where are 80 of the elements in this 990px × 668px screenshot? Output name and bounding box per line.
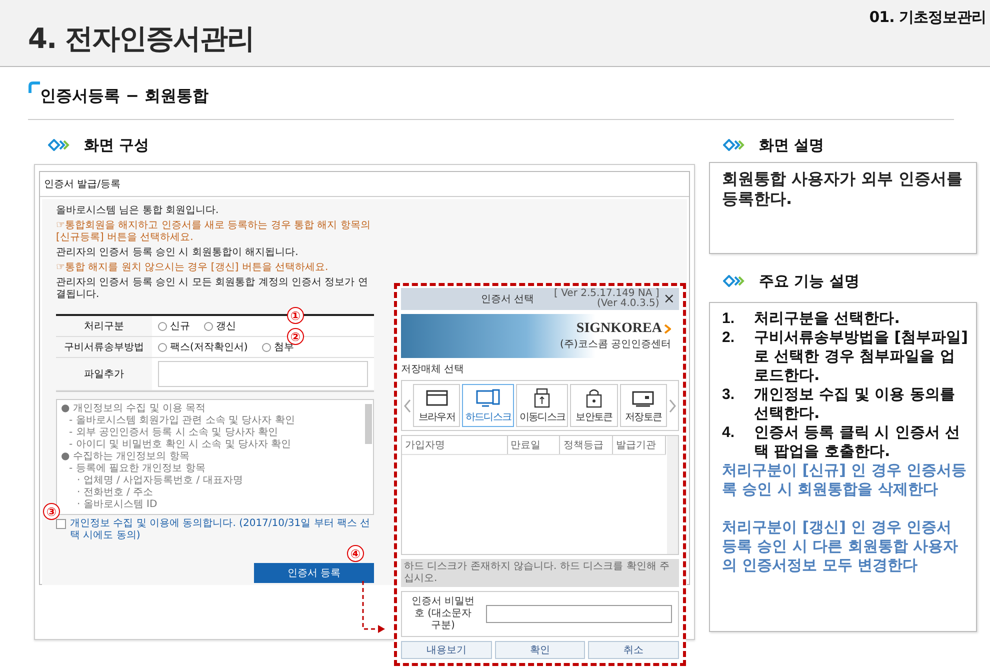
consent-line: - 올바로시스템 회원가입 관련 소속 및 당사자 확인 [69, 415, 296, 427]
notice-text: 관리자의 인증서 등록 승인 시 모든 회원통합 계정의 인증서 정보가 연결됩니다. [56, 277, 369, 301]
section-heading: 화면 구성 [84, 136, 150, 154]
status-message: 하드 디스크가 존재하지 않습니다. 하드 디스크를 확인해 주십시오. [401, 559, 679, 587]
consent-line: · 업체명 / 사업자등록번호 / 대표자명 [77, 475, 244, 487]
double-chevron-icon [48, 139, 70, 151]
page-title: 4. 전자인증서관리 [28, 21, 254, 57]
radio-button[interactable] [158, 342, 167, 352]
right-chevron-icon[interactable] [669, 398, 676, 412]
radio-label: 신규 [170, 320, 190, 333]
section-heading: 화면 설명 [759, 136, 824, 154]
description-text: 회원통합 사용자가 외부 인증서를 등록한다. [722, 169, 964, 209]
dashed-arrow [362, 581, 385, 633]
consent-line: ● 수집하는 개인정보의 항목 [61, 451, 190, 463]
popup-title: 인증서 선택 [480, 293, 536, 306]
column-header: 만료일 [508, 436, 560, 454]
storage-option[interactable]: 이동디스크 [516, 384, 568, 427]
step-number: 1. [722, 309, 736, 328]
step-number: 4. [722, 423, 736, 443]
step-number: 2. [722, 328, 736, 348]
consent-label: 개인정보 수집 및 이용에 동의합니다. (2017/10/31일 부터 팩스 선택 시에도 동의) [70, 518, 372, 542]
notice-text: 관리자의 인증서 등록 승인 시 회원통합이 해지됩니다. [56, 247, 300, 259]
corner-bracket-icon [28, 81, 42, 95]
hint-text: ☞통합 해지를 원치 않으시는 경우 [갱신] 버튼을 선택하세요. [56, 262, 330, 274]
consent-line: · 전화번호 / 주소 [77, 487, 154, 499]
callout-number: ③ [43, 503, 60, 520]
double-chevron-icon [723, 139, 745, 151]
hint-text: ☞통합회원을 해지하고 인증서를 새로 등록하는 경우 통합 해지 항목의 [신규등록] 버튼을 선택하세요. [56, 220, 372, 244]
logo-caption: (주)코스콤 공인인증센터 [560, 338, 671, 351]
left-chevron-icon[interactable] [404, 398, 411, 412]
popup-button[interactable]: 취소 [588, 641, 680, 659]
radio-label: 팩스(저작확인서) [170, 341, 248, 354]
file-drop-area[interactable] [158, 361, 368, 387]
storage-option[interactable]: 보안토큰 [570, 384, 618, 427]
column-header: 발급기관 [613, 436, 666, 454]
section-subtitle: 인증서등록 − 회원통합 [40, 85, 209, 107]
column-header: 정책등급 [560, 436, 614, 454]
register-button[interactable]: 인증서 등록 [254, 563, 374, 583]
close-button[interactable]: × [663, 291, 675, 307]
logo-text: SIGNKOREA [576, 321, 662, 337]
callout-number: ① [287, 307, 304, 324]
version-text: [ Ver 2.5.17.149 NA ] [554, 289, 660, 299]
step-text: 개인정보 수집 및 이용 동의를 선택한다. [754, 385, 956, 423]
step-text: 인증서 등록 클릭 시 인증서 선택 팝업을 호출한다. [754, 423, 962, 461]
media-heading: 저장매체 선택 [401, 363, 466, 376]
storage-option[interactable]: 하드디스크 [462, 384, 514, 427]
window-title: 인증서 발급/등록 [40, 172, 689, 197]
chevron-icon [664, 324, 671, 334]
column-header: 가입자명 [402, 436, 508, 454]
password-label: 인증서 비밀번호 (대소문자 구분) [410, 596, 476, 632]
step-number: 3. [722, 385, 736, 405]
radio-button[interactable] [204, 322, 213, 330]
field-label: 처리구분 [83, 320, 125, 334]
storage-option[interactable]: 브라우저 [413, 384, 460, 427]
consent-line: · 올바로시스템 ID [77, 499, 158, 511]
storage-option[interactable]: 저장토큰 [620, 384, 668, 427]
chapter-label: 01. 기초정보관리 [869, 7, 987, 28]
step-text: 처리구분을 선택한다. [754, 309, 900, 328]
checkbox[interactable] [56, 519, 66, 529]
field-label: 파일추가 [83, 368, 125, 382]
consent-line: ● 개인정보의 수집 및 이용 목적 [61, 403, 207, 415]
notice-text: 올바로시스템 님은 통합 회원입니다. [56, 205, 220, 217]
monitor-icon [475, 387, 502, 409]
consent-line: - 아이디 및 비밀번호 확인 시 소속 및 당사자 확인 [69, 439, 292, 451]
popup-button[interactable]: 내용보기 [401, 641, 492, 659]
section-heading: 주요 기능 설명 [759, 272, 860, 290]
note-text: 처리구분이 [신규] 인 경우 인증서등록 승인 시 회원통합을 삭제한다 [722, 461, 968, 499]
step-text: 구비서류송부방법을 [첨부파일] 로 선택한 경우 첨부파일을 업로드한다. [754, 328, 968, 385]
field-label: 구비서류송부방법 [63, 341, 145, 355]
radio-button[interactable] [262, 342, 271, 352]
password-field[interactable] [486, 605, 672, 623]
consent-line: - 외부 공인인증서 등록 시 소속 및 당사자 확인 [69, 427, 280, 439]
radio-button[interactable] [158, 322, 167, 330]
popup-button[interactable]: 확인 [494, 641, 586, 659]
radio-label: 갱신 [216, 320, 236, 333]
callout-number: ④ [347, 545, 364, 562]
note-text: 처리구분이 [갱신] 인 경우 인증서 등록 승인 시 다른 회원통합 사용자의 인증서정보 모두 변경한다 [722, 518, 960, 575]
version-text: (Ver 4.0.3.5) [596, 299, 660, 309]
double-chevron-icon [723, 275, 745, 287]
consent-line: - 등록에 필요한 개인정보 항목 [69, 463, 206, 475]
